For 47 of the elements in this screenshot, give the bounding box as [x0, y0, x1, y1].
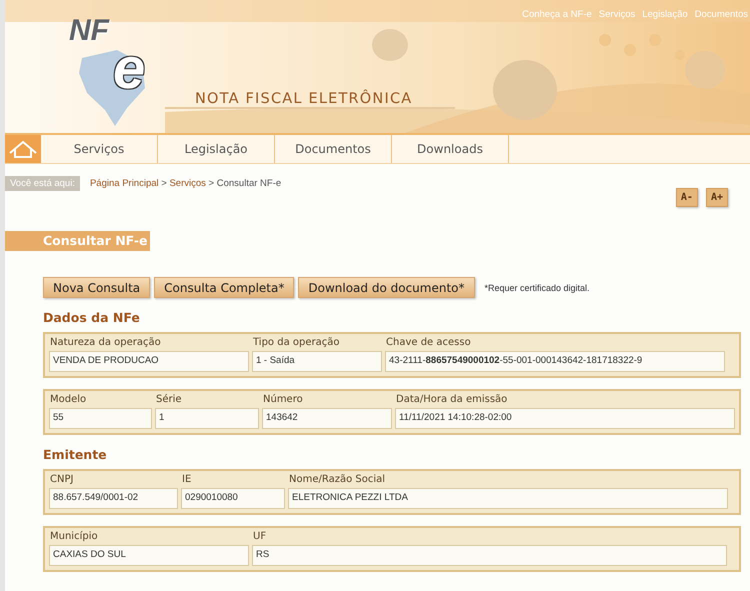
banner-title: NOTA FISCAL ELETRÔNICA [195, 91, 412, 107]
field-label: Chave de acesso [385, 336, 472, 349]
action-button[interactable]: Download do documento* [298, 277, 474, 298]
action-button[interactable]: Consulta Completa* [154, 277, 294, 298]
field-value: 11/11/2021 14:10:28-02:00 [395, 408, 735, 429]
logo-text: e [113, 40, 146, 98]
map-icon [77, 48, 147, 128]
field-value: RS [252, 545, 727, 566]
field-value: VENDA DE PRODUCAO [49, 351, 249, 372]
field-value: 1 [155, 408, 259, 429]
note-text: *Requer certificado digital. [484, 282, 590, 292]
field-label: CNPJ [49, 473, 74, 486]
font-size-button[interactable]: A+ [706, 188, 728, 207]
nav-tab[interactable]: Documentos [275, 135, 392, 163]
field-value: 1 - Saída [252, 351, 382, 372]
field-value: 55 [49, 408, 152, 429]
field-label: Tipo da operação [252, 336, 340, 349]
section-title: Dados da NFe [43, 310, 141, 325]
font-size-button[interactable]: A- [676, 188, 698, 207]
field-value: ELETRONICA PEZZI LTDA [288, 488, 728, 509]
field-value: 43-2111-88657549000102-55-001-000143642-181718322-9 [385, 351, 725, 372]
field-label: UF [252, 530, 268, 543]
breadcrumb-link[interactable]: Página Principal [90, 178, 159, 189]
field-label: Número [262, 393, 304, 406]
field-label: Município [49, 530, 99, 543]
logo-text: NF [69, 14, 109, 48]
section-title: Emitente [43, 447, 108, 462]
nav-tab[interactable]: Legislação [158, 135, 275, 163]
field-value: 0290010080 [181, 488, 285, 509]
field-label: Série [155, 393, 183, 406]
action-button[interactable]: Nova Consulta [43, 277, 150, 298]
nav-tab[interactable]: Serviços [41, 135, 158, 163]
breadcrumb: Página Principal > Serviços > Consultar NF-e [90, 178, 282, 189]
field-label: Data/Hora da emissão [395, 393, 508, 406]
field-value: 143642 [262, 408, 392, 429]
field-value: 88.657.549/0001-02 [49, 488, 178, 509]
home-icon [8, 139, 38, 159]
field-label: IE [181, 473, 192, 486]
field-label: Natureza da operação [49, 336, 162, 349]
nav-tab[interactable]: Downloads [392, 135, 509, 163]
breadcrumb-label: Você está aqui: [5, 176, 80, 191]
field-label: Nome/Razão Social [288, 473, 386, 486]
breadcrumb-link[interactable]: Serviços [169, 178, 206, 189]
field-value: CAXIAS DO SUL [49, 545, 249, 566]
field-label: Modelo [49, 393, 88, 406]
home-button[interactable] [5, 135, 41, 163]
page-title: Consultar NF-e [5, 231, 150, 251]
